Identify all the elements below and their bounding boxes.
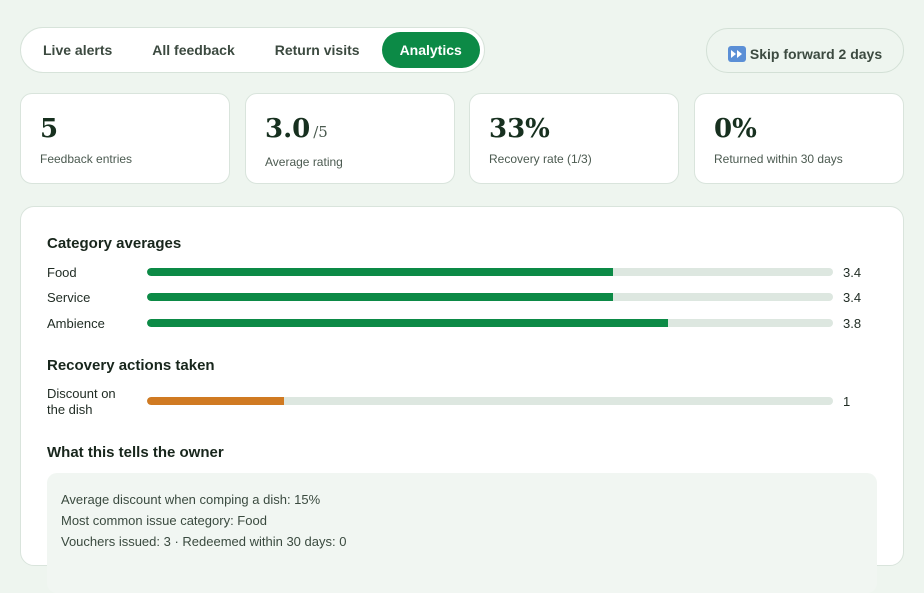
stat-value: 5 <box>40 114 59 144</box>
recovery-row-discount: Discount on the dish 1 <box>47 386 867 420</box>
bar-label: Service <box>47 290 91 305</box>
bar-track <box>147 268 833 276</box>
insight-line: Average discount when comping a dish: 15… <box>61 492 321 507</box>
stat-card-recovery-rate: 33% Recovery rate (1/3) <box>469 93 679 184</box>
recovery-actions-title: Recovery actions taken <box>47 357 215 374</box>
bar-value: 3.4 <box>843 290 862 305</box>
category-row-food: Food 3.4 <box>47 265 867 287</box>
analytics-panel: Category averages Food 3.4 Service 3.4 A… <box>20 206 904 593</box>
stat-label: Recovery rate (1/3) <box>489 152 592 166</box>
tab-all-feedback[interactable]: All feedback <box>134 32 252 68</box>
bar-track <box>147 397 833 405</box>
category-averages-title: Category averages <box>47 235 182 252</box>
bar-value: 3.8 <box>843 316 862 331</box>
stat-card-average-rating: 3.0/5 Average rating <box>245 93 455 184</box>
owner-insights-title: What this tells the owner <box>47 444 224 461</box>
view-tabs: Live alerts All feedback Return visits A… <box>20 27 485 73</box>
stat-value: 0% <box>714 114 757 144</box>
stat-label: Average rating <box>265 155 343 169</box>
bar-fill <box>147 397 285 405</box>
top-bar: Live alerts All feedback Return visits A… <box>20 27 904 73</box>
bar-fill <box>147 293 614 301</box>
bar-value: 1 <box>843 394 851 409</box>
bar-fill <box>147 268 614 276</box>
bar-value: 3.4 <box>843 265 862 280</box>
stat-value: 33% <box>489 114 550 144</box>
bar-label: Food <box>47 265 77 280</box>
stat-suffix: /5 <box>313 123 328 141</box>
bar-track <box>147 319 833 327</box>
stat-label: Feedback entries <box>40 152 133 166</box>
category-row-service: Service 3.4 <box>47 290 867 312</box>
bar-track <box>147 293 833 301</box>
tab-return-visits[interactable]: Return visits <box>257 32 378 68</box>
skip-forward-label: Skip forward 2 days <box>749 46 883 62</box>
insight-line: Vouchers issued: 3 · Redeemed within 30 … <box>61 534 347 549</box>
category-row-ambience: Ambience 3.8 <box>47 316 867 338</box>
bar-label: Discount on the dish <box>47 386 116 417</box>
owner-insights-box: Average discount when comping a dish: 15… <box>47 473 877 593</box>
skip-forward-button[interactable]: Skip forward 2 days <box>706 28 904 73</box>
stat-label: Returned within 30 days <box>714 152 843 166</box>
tab-analytics[interactable]: Analytics <box>381 32 480 68</box>
tab-live-alerts[interactable]: Live alerts <box>25 32 130 68</box>
stat-value: 3.0/5 <box>265 114 328 144</box>
stat-card-feedback-entries: 5 Feedback entries <box>20 93 230 184</box>
insight-line: Most common issue category: Food <box>61 513 267 528</box>
stats-row: 5 Feedback entries 3.0/5 Average rating … <box>20 93 904 184</box>
bar-fill <box>147 319 669 327</box>
fast-forward-icon <box>727 46 746 62</box>
bar-label: Ambience <box>47 316 105 331</box>
stat-card-returned-within-30-days: 0% Returned within 30 days <box>694 93 904 184</box>
